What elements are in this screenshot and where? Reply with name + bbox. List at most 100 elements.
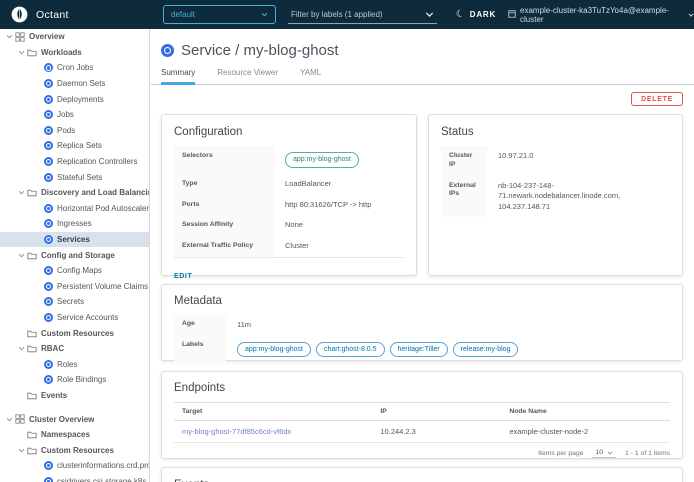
toolbar: DELETE [151,85,694,106]
field-external-traffic-policy: External Traffic PolicyCluster [174,236,404,257]
sidebar-item-roles[interactable]: Roles [0,356,149,372]
label-tag: chart:ghost-8.0.5 [316,342,385,358]
sidebar-nav: Overview Workloads Cron Jobs Daemon SetsDep… [0,29,150,482]
sidebar-item-namespaces[interactable]: Namespaces [0,427,149,443]
sidebar-item-service-accounts[interactable]: Service Accounts [0,310,149,326]
folder-icon [26,429,37,440]
items-per-page-label: Items per page [538,450,583,457]
events-card: Events [161,467,683,482]
sidebar-item-horizontal-pod-autoscalers[interactable]: Horizontal Pod Autoscalers [0,201,149,217]
sidebar-item-custom-resources[interactable]: Custom Resources [0,325,149,341]
caret-down-icon[interactable] [16,344,26,354]
field-value: 10.97.21.0 [487,146,670,176]
endpoint-cell: 10.244.2.3 [372,421,501,443]
namespace-select[interactable]: default [163,5,276,24]
sidebar-item-pods[interactable]: Pods [0,123,149,139]
sidebar-item-label: Jobs [57,110,74,119]
sidebar-item-label: Persistent Volume Claims [57,282,148,291]
resource-icon [44,477,53,482]
sidebar-item-label: Cron Jobs [57,63,93,72]
sidebar-item-overview[interactable]: Overview [0,29,149,45]
field-age: Age11m [174,315,670,336]
sidebar-item-label: csidrivers.csi.storage.k8s.io [57,477,149,482]
folder-icon [26,47,37,58]
field-value: app:my-blog-ghostchart:ghost-8.0.5herita… [226,336,670,364]
sidebar-item-label: Workloads [41,48,82,57]
sidebar-item-rbac[interactable]: RBAC [0,341,149,357]
sidebar-item-label: Events [41,391,67,400]
sidebar-item-persistent-volume-claims[interactable]: Persistent Volume Claims [0,279,149,295]
endpoint-target-link[interactable]: my-blog-ghost-77df85c6cd-vf6dx [174,421,372,443]
resource-icon [44,219,53,228]
caret-down-icon[interactable] [4,414,14,424]
sidebar-item-custom-resources[interactable]: Custom Resources [0,442,149,458]
sidebar-item-deployments[interactable]: Deployments [0,91,149,107]
tab-resource-viewer[interactable]: Resource Viewer [217,68,278,85]
overview-icon [14,414,25,425]
sidebar-item-stateful-sets[interactable]: Stateful Sets [0,169,149,185]
resource-icon [44,235,53,244]
theme-toggle[interactable]: ☾ DARK [456,0,496,29]
sidebar-item-discovery-and-load-balancing[interactable]: Discovery and Load Balancing [0,185,149,201]
field-session-affinity: Session AffinityNone [174,215,404,236]
sidebar-item-role-bindings[interactable]: Role Bindings [0,372,149,388]
sidebar-item-label: RBAC [41,344,64,353]
sidebar-item-daemon-sets[interactable]: Daemon Sets [0,76,149,92]
resource-icon [44,110,53,119]
sidebar-item-label: Discovery and Load Balancing [41,188,149,197]
main-content: Service / my-blog-ghost SummaryResource … [151,29,694,482]
sidebar-item-secrets[interactable]: Secrets [0,294,149,310]
resource-icon [44,461,53,470]
metadata-card: Metadata Age11mLabelsapp:my-blog-ghostch… [161,284,683,361]
status-title: Status [441,126,670,138]
sidebar-item-ingresses[interactable]: Ingresses [0,216,149,232]
status-card: Status Cluster IP10.97.21.0External IPsn… [428,114,683,276]
caret-down-icon[interactable] [16,47,26,57]
endpoints-card: Endpoints TargetIPNode Name my-blog-ghos… [161,371,683,459]
resource-icon [44,266,53,275]
caret-down-icon [607,450,613,456]
endpoint-cell: example-cluster-node-2 [501,421,670,443]
resource-icon [44,173,53,182]
field-external-ips: External IPsnb-104-237-148-71.newark.nod… [441,176,670,218]
edit-link[interactable]: EDIT [174,273,192,280]
field-key: Ports [174,195,274,216]
field-key: Age [174,315,226,336]
sidebar-item-label: Pods [57,126,75,135]
sidebar-item-csidrivers-csi-storage-k8s-io[interactable]: csidrivers.csi.storage.k8s.io [0,474,149,482]
tab-summary[interactable]: Summary [161,68,195,85]
page-size-select[interactable]: 10 [592,449,616,458]
delete-button[interactable]: DELETE [631,92,683,106]
caret-down-icon[interactable] [16,188,26,198]
field-key: Type [174,174,274,195]
sidebar-item-clusterinformations-crd-projec[interactable]: clusterinformations.crd.projec [0,458,149,474]
label-filter-input[interactable]: Filter by labels (1 applied) [288,5,437,24]
field-cluster-ip: Cluster IP10.97.21.0 [441,146,670,176]
pagination-range-label: 1 - 1 of 1 items [625,450,670,457]
tab-yaml[interactable]: YAML [300,68,321,85]
sidebar-item-config-maps[interactable]: Config Maps [0,263,149,279]
caret-down-icon[interactable] [4,32,14,42]
cluster-context-menu[interactable]: example-cluster-ka3TuTzYo4a@example-clus… [508,0,694,29]
sidebar-item-workloads[interactable]: Workloads [0,45,149,61]
sidebar-item-cluster-overview[interactable]: Cluster Overview [0,411,149,427]
sidebar-item-label: Role Bindings [57,375,106,384]
resource-icon [44,141,53,150]
sidebar-item-jobs[interactable]: Jobs [0,107,149,123]
content-area: Configuration Selectorsapp:my-blog-ghost… [151,106,694,482]
field-value: None [274,215,404,236]
field-key: External Traffic Policy [174,236,274,257]
sidebar-item-replication-controllers[interactable]: Replication Controllers [0,154,149,170]
sidebar-item-config-and-storage[interactable]: Config and Storage [0,247,149,263]
sidebar-item-label: Overview [29,32,65,41]
sidebar-item-events[interactable]: Events [0,388,149,404]
caret-down-icon[interactable] [16,445,26,455]
sidebar-item-cron-jobs[interactable]: Cron Jobs [0,60,149,76]
caret-spacer [16,328,26,338]
page-size-value: 10 [595,449,603,456]
resource-icon [44,313,53,322]
sidebar-item-label: Cluster Overview [29,415,94,424]
sidebar-item-replica-sets[interactable]: Replica Sets [0,138,149,154]
sidebar-item-services[interactable]: Services [0,232,149,248]
caret-down-icon[interactable] [16,250,26,260]
